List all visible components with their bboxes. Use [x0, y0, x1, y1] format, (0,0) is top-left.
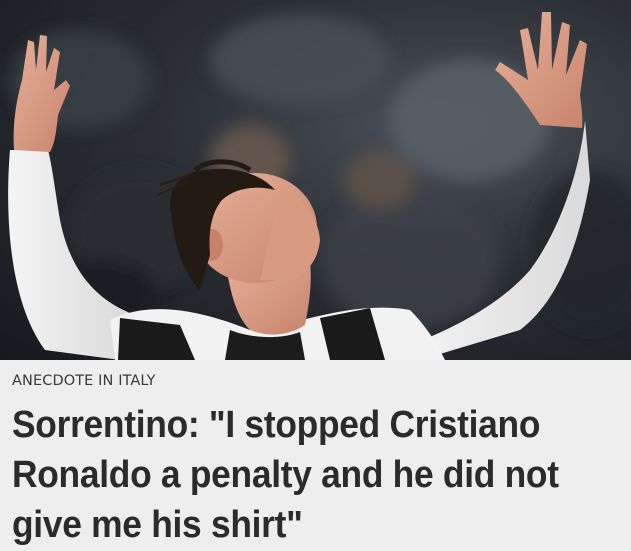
article-card[interactable]: ANECDOTE IN ITALY Sorrentino: "I stopped… — [0, 0, 631, 551]
article-category-label[interactable]: ANECDOTE IN ITALY — [12, 373, 156, 389]
player-photo — [8, 12, 631, 360]
article-hero-image[interactable] — [0, 0, 631, 360]
article-meta: ANECDOTE IN ITALY Sorrentino: "I stopped… — [0, 360, 631, 551]
article-headline[interactable]: Sorrentino: "I stopped Cristiano Ronaldo… — [12, 400, 579, 550]
